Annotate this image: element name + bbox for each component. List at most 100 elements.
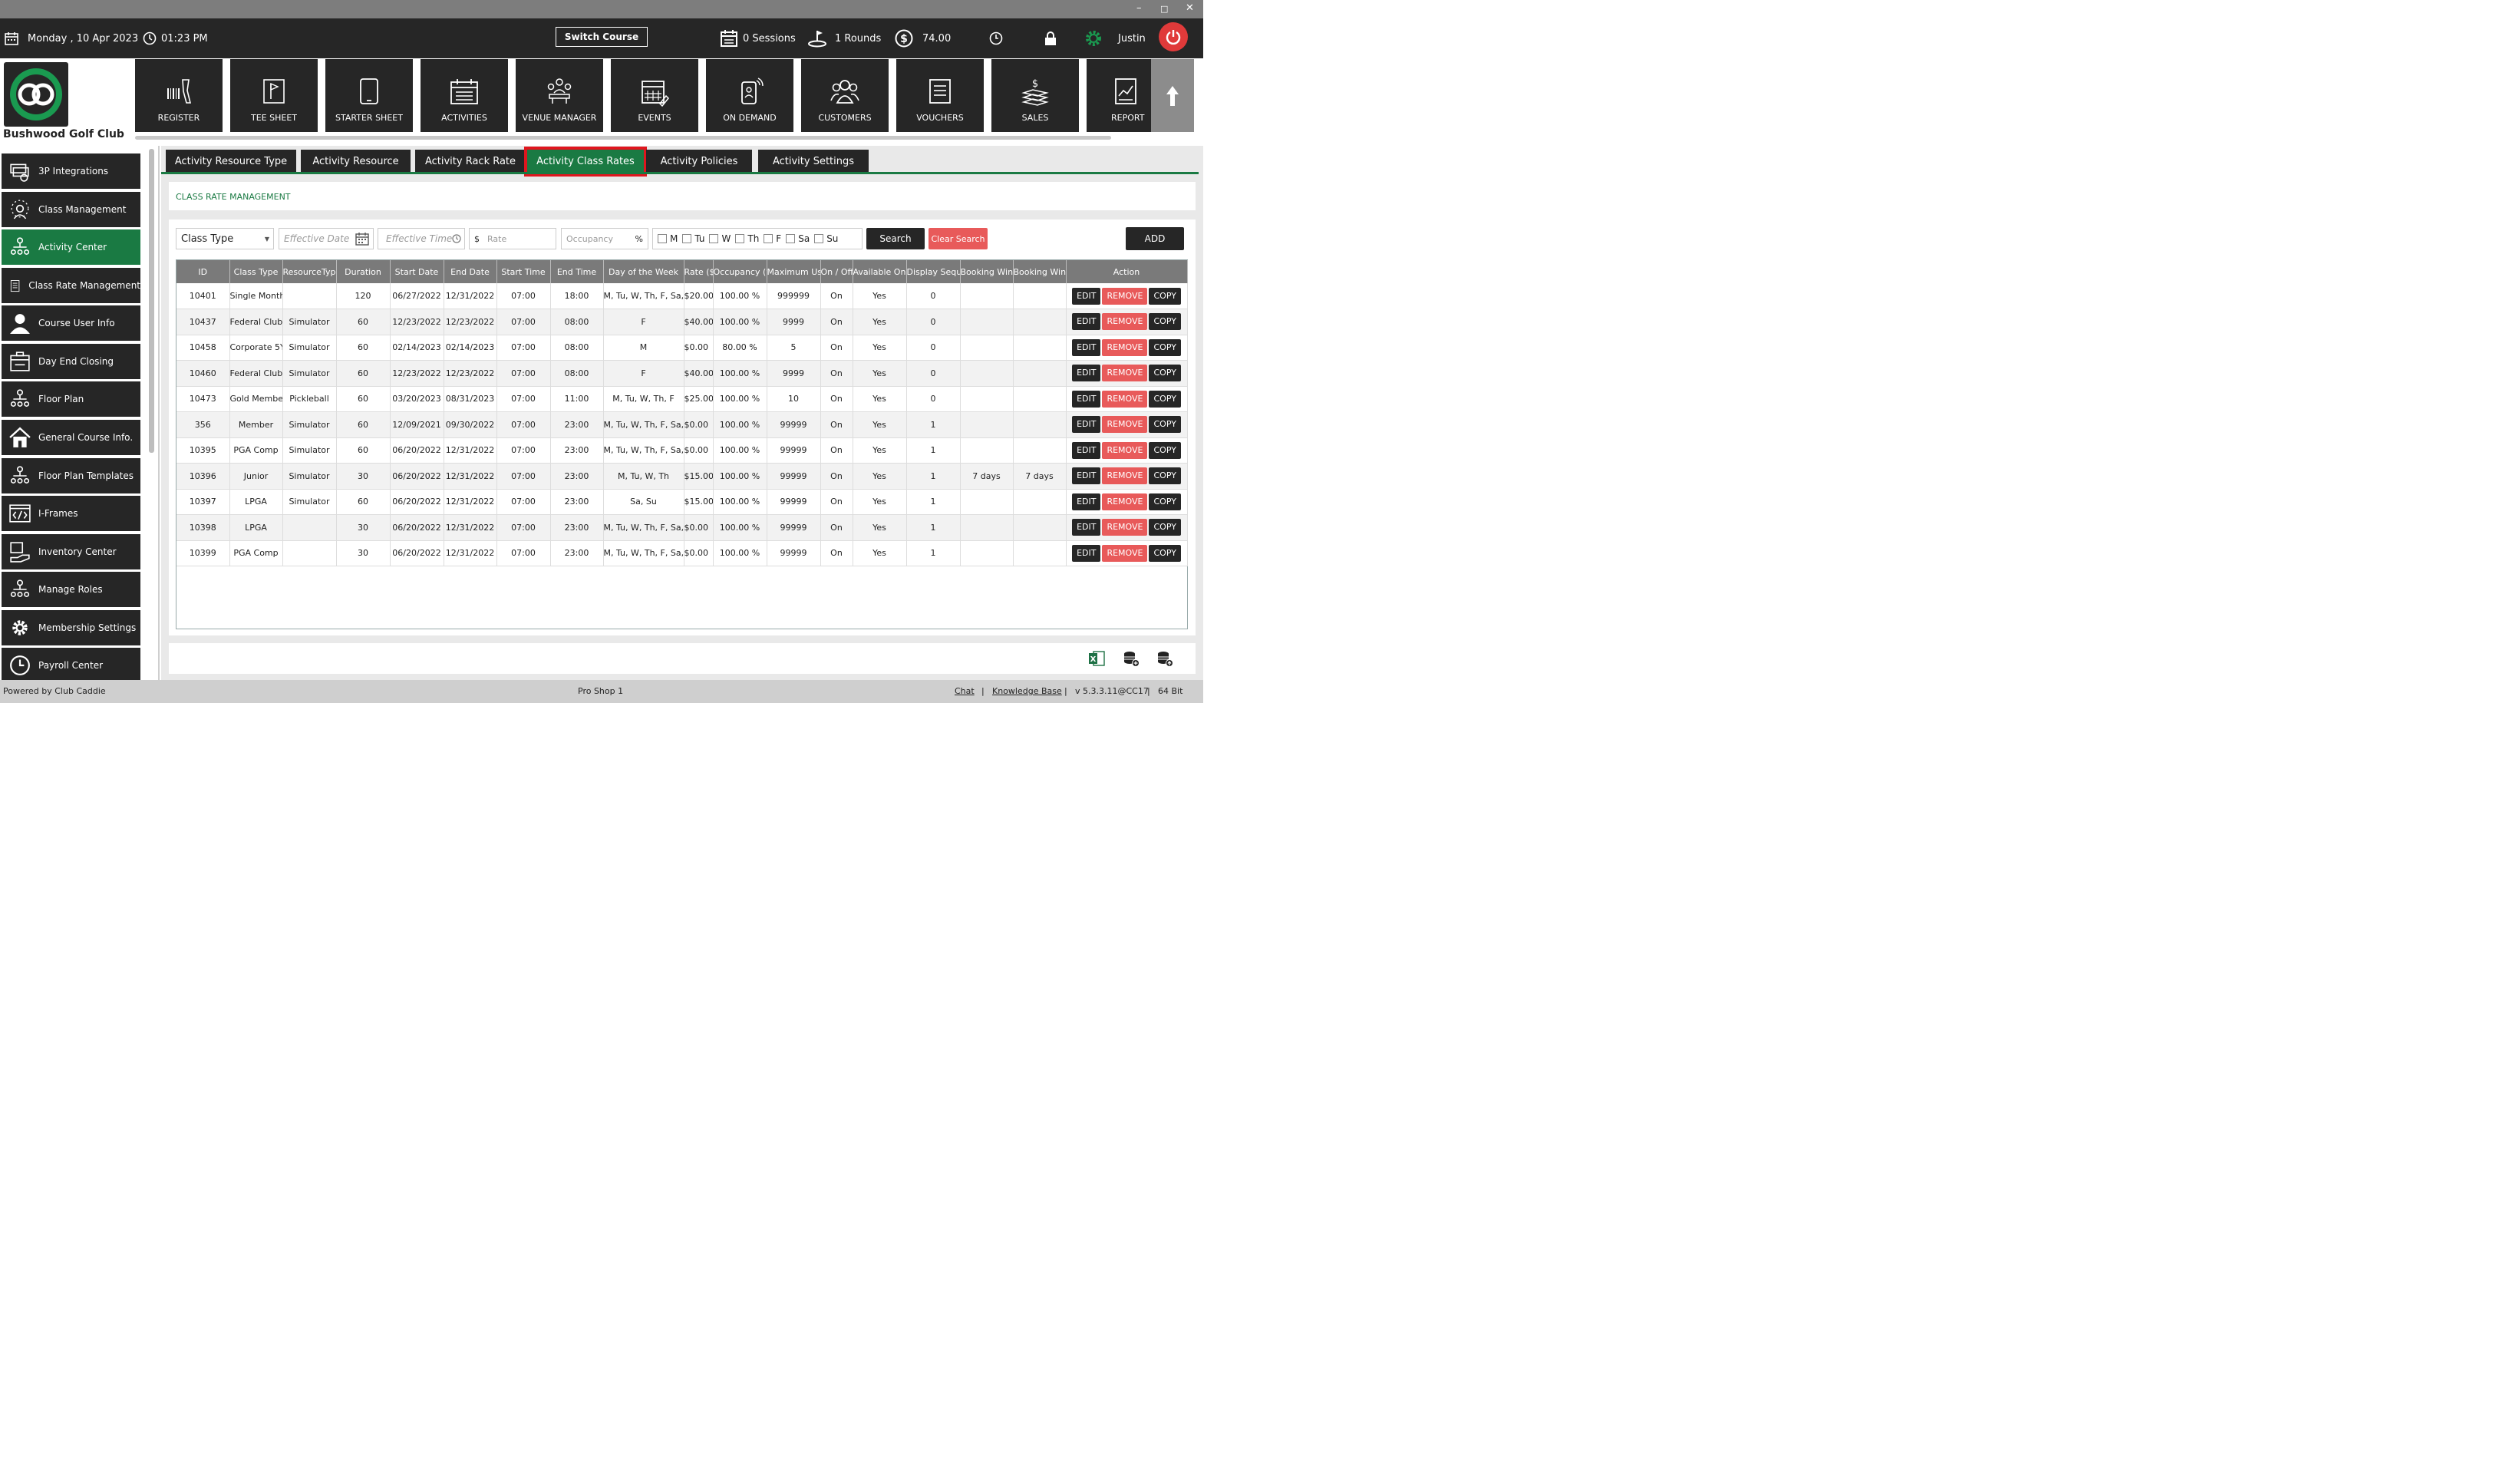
checkbox-box[interactable]	[764, 234, 773, 243]
table-row[interactable]: 10460Federal Club SocialSimulator6012/23…	[176, 360, 1188, 387]
day-checkbox-f[interactable]: F	[764, 233, 781, 244]
knowledge-base-link[interactable]: Knowledge Base	[992, 686, 1062, 696]
copy-button[interactable]: COPY	[1149, 287, 1181, 305]
sidebar-item-floor-plan-templates[interactable]: Floor Plan Templates	[2, 458, 140, 493]
history-clock-icon[interactable]	[989, 18, 1003, 58]
user-name[interactable]: Justin	[1118, 18, 1146, 58]
table-row[interactable]: 10473 Gold Member Pickleball 60 03/20/2023 08…	[176, 386, 1188, 412]
nav-button-customers[interactable]: CUSTOMERS	[801, 59, 889, 132]
sidebar-item-manage-roles[interactable]: Manage Roles	[2, 572, 140, 607]
sidebar-item-payroll-center[interactable]: Payroll Center	[2, 648, 140, 683]
table-row[interactable]: 10401Single Monthly 12006/27/202212/31/20…	[176, 283, 1188, 309]
checkbox-box[interactable]	[735, 234, 745, 243]
effective-time-input[interactable]: Effective Time	[378, 228, 465, 249]
table-row[interactable]: 10397 LPGA Simulator 60 06/20/2022 12/31/2022…	[176, 489, 1188, 515]
sidebar-item-i-frames[interactable]: I-Frames	[2, 496, 140, 531]
table-row[interactable]: 10395 PGA Comp Simulator 60 06/20/2022 12/31/…	[176, 437, 1188, 464]
copy-button[interactable]: COPY	[1149, 390, 1181, 408]
table-row[interactable]: 10437Federal Club SocialSimulator6012/23…	[176, 309, 1188, 335]
effective-date-input[interactable]: Effective Date	[279, 228, 374, 249]
rounds-display[interactable]: 1 Rounds	[807, 18, 881, 58]
nav-button-venue-manager[interactable]: VENUE MANAGER	[516, 59, 603, 132]
scroll-up-button[interactable]	[1151, 59, 1194, 132]
column-header[interactable]: Display Sequence	[906, 260, 961, 283]
search-button[interactable]: Search	[866, 228, 925, 249]
edit-button[interactable]: EDIT	[1072, 365, 1101, 382]
remove-button[interactable]: REMOVE	[1102, 390, 1148, 408]
rate-input[interactable]: $ Rate	[469, 228, 556, 249]
day-checkbox-tu[interactable]: Tu	[682, 233, 704, 244]
table-row[interactable]: 10399 PGA Comp 30 06/20/2022 12/31/2022 07:00…	[176, 540, 1188, 566]
nav-button-register[interactable]: REGISTER	[135, 59, 223, 132]
day-checkbox-w[interactable]: W	[709, 233, 731, 244]
column-header[interactable]: Available Online	[853, 260, 907, 283]
edit-button[interactable]: EDIT	[1072, 338, 1101, 356]
copy-button[interactable]: COPY	[1149, 416, 1181, 434]
database-upload-icon[interactable]	[1156, 650, 1173, 667]
remove-button[interactable]: REMOVE	[1102, 519, 1148, 536]
class-type-select[interactable]: Class Type ▼	[176, 228, 274, 249]
maximize-icon[interactable]: □	[1160, 4, 1168, 14]
date-picker-icon[interactable]	[355, 232, 369, 246]
tab-activity-policies[interactable]: Activity Policies	[646, 150, 752, 173]
edit-button[interactable]: EDIT	[1072, 416, 1101, 434]
table-row[interactable]: 10398 LPGA 30 06/20/2022 12/31/2022 07:00 23:0…	[176, 514, 1188, 541]
remove-button[interactable]: REMOVE	[1102, 287, 1148, 305]
column-header[interactable]: Rate ($)	[684, 260, 714, 283]
column-header[interactable]: End Time	[550, 260, 604, 283]
excel-export-icon[interactable]: X	[1088, 651, 1105, 666]
copy-button[interactable]: COPY	[1149, 544, 1181, 562]
power-icon[interactable]	[1159, 22, 1188, 51]
tab-activity-resource[interactable]: Activity Resource	[301, 150, 411, 173]
remove-button[interactable]: REMOVE	[1102, 313, 1148, 331]
day-checkbox-th[interactable]: Th	[735, 233, 759, 244]
column-header[interactable]: Maximum Usage	[767, 260, 821, 283]
checkbox-box[interactable]	[786, 234, 796, 243]
column-header[interactable]: ID	[176, 260, 230, 283]
database-add-icon[interactable]	[1123, 650, 1140, 667]
sidebar-item-inventory-center[interactable]: Inventory Center	[2, 534, 140, 569]
copy-button[interactable]: COPY	[1149, 338, 1181, 356]
nav-button-on-demand[interactable]: ON DEMAND	[706, 59, 793, 132]
column-header[interactable]: On / Off	[820, 260, 853, 283]
sidebar-item-floor-plan[interactable]: Floor Plan	[2, 381, 140, 417]
table-row[interactable]: 10396 Junior Simulator 30 06/20/2022 12/31/20…	[176, 463, 1188, 490]
tab-activity-settings[interactable]: Activity Settings	[758, 150, 869, 173]
lock-icon[interactable]	[1044, 18, 1057, 58]
nav-button-sales[interactable]: $ SALES	[991, 59, 1079, 132]
edit-button[interactable]: EDIT	[1072, 519, 1101, 536]
nav-button-events[interactable]: EVENTS	[611, 59, 698, 132]
sidebar-item-3p-integrations[interactable]: 3P Integrations	[2, 153, 140, 189]
nav-button-tee-sheet[interactable]: TEE SHEET	[230, 59, 318, 132]
edit-button[interactable]: EDIT	[1072, 390, 1101, 408]
table-row[interactable]: 356 Member Simulator 60 12/09/2021 09/30/2022…	[176, 411, 1188, 438]
remove-button[interactable]: REMOVE	[1102, 365, 1148, 382]
copy-button[interactable]: COPY	[1149, 467, 1181, 485]
column-header[interactable]: Start Date	[390, 260, 444, 283]
edit-button[interactable]: EDIT	[1072, 493, 1101, 510]
day-checkbox-m[interactable]: M	[658, 233, 678, 244]
tab-activity-class-rates[interactable]: Activity Class Rates	[524, 147, 647, 177]
checkbox-box[interactable]	[682, 234, 692, 243]
sidebar-scrollbar[interactable]	[149, 149, 154, 453]
day-checkbox-su[interactable]: Su	[814, 233, 838, 244]
edit-button[interactable]: EDIT	[1072, 441, 1101, 459]
copy-button[interactable]: COPY	[1149, 493, 1181, 510]
tab-activity-resource-type[interactable]: Activity Resource Type	[166, 150, 296, 173]
copy-button[interactable]: COPY	[1149, 441, 1181, 459]
edit-button[interactable]: EDIT	[1072, 313, 1101, 331]
checkbox-box[interactable]	[814, 234, 824, 243]
sidebar-item-class-rate-management[interactable]: Class Rate Management	[2, 268, 140, 303]
copy-button[interactable]: COPY	[1149, 313, 1181, 331]
column-header[interactable]: Booking Window	[1013, 260, 1067, 283]
nav-button-starter-sheet[interactable]: STARTER SHEET	[325, 59, 413, 132]
column-header[interactable]: Start Time	[496, 260, 551, 283]
edit-button[interactable]: EDIT	[1072, 467, 1101, 485]
column-header[interactable]: Class Type	[229, 260, 283, 283]
checkbox-box[interactable]	[709, 234, 719, 243]
clear-search-button[interactable]: Clear Search	[929, 228, 988, 249]
column-header[interactable]: Action	[1066, 260, 1188, 283]
balance-display[interactable]: $ 74.00	[895, 18, 951, 58]
copy-button[interactable]: COPY	[1149, 365, 1181, 382]
add-button[interactable]: ADD	[1126, 227, 1184, 250]
